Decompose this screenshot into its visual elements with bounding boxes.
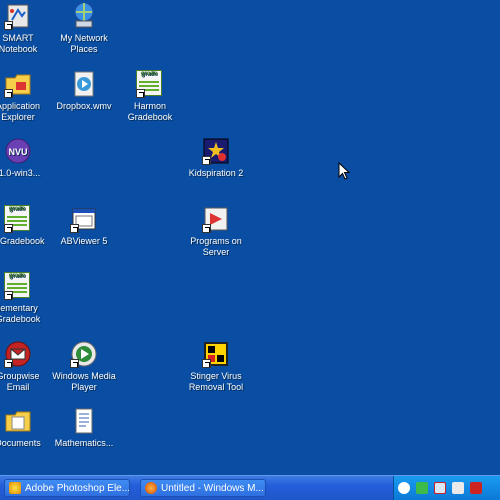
gradebook-icon: grade: [4, 205, 32, 233]
system-tray: [393, 476, 500, 500]
shortcut-arrow-icon: [4, 359, 13, 368]
volume-icon[interactable]: [452, 482, 464, 494]
movie-maker-icon: [145, 482, 157, 494]
desktop-icon-windows-media-player[interactable]: Windows Media Player: [46, 340, 122, 393]
shortcut-arrow-icon: [202, 224, 211, 233]
stinger-icon: [202, 340, 230, 368]
gradebook-icon: grade: [4, 272, 32, 300]
shortcut-arrow-icon: [70, 359, 79, 368]
taskbar: Adobe Photoshop Ele... Untitled - Window…: [0, 475, 500, 500]
desktop-icon-elementary-gradebook[interactable]: grade lementary Gradebook: [0, 272, 56, 325]
groupwise-icon: [4, 340, 32, 368]
folder-icon: [4, 70, 32, 98]
desktop-icon-programs-on-server[interactable]: Programs on Server: [178, 205, 254, 258]
media-file-icon: [70, 70, 98, 98]
gradebook-icon: grade: [136, 70, 164, 98]
document-icon: [70, 407, 98, 435]
abviewer-icon: [70, 205, 98, 233]
documents-folder-icon: [4, 407, 32, 435]
kidspiration-icon: [202, 137, 230, 165]
desktop-icon-stinger[interactable]: Stinger Virus Removal Tool: [178, 340, 254, 393]
shortcut-arrow-icon: [4, 291, 13, 300]
taskbar-button-windows-movie-maker[interactable]: Untitled - Windows M...: [140, 479, 266, 497]
mouse-pointer-icon: [338, 162, 350, 180]
shortcut-arrow-icon: [4, 224, 13, 233]
network-status-icon[interactable]: [416, 482, 428, 494]
taskbar-button-photoshop[interactable]: Adobe Photoshop Ele...: [4, 479, 130, 497]
smart-notebook-icon: [4, 2, 32, 30]
media-player-icon: [70, 340, 98, 368]
desktop-icon-my-network-places[interactable]: My Network Places: [46, 2, 122, 55]
desktop-icon-harmon-gradebook[interactable]: grade Harmon Gradebook: [112, 70, 188, 123]
antivirus-icon[interactable]: [470, 482, 482, 494]
desktop-icon-kidspiration[interactable]: Kidspiration 2: [178, 137, 254, 179]
shortcut-arrow-icon: [136, 89, 145, 98]
desktop-icon-dropbox-wmv[interactable]: Dropbox.wmv: [46, 70, 122, 112]
shortcut-arrow-icon: [202, 156, 211, 165]
collapse-tray-icon[interactable]: [398, 482, 410, 494]
desktop-icon-mathematics[interactable]: Mathematics...: [46, 407, 122, 449]
security-icon[interactable]: [434, 482, 446, 494]
server-programs-icon: [202, 205, 230, 233]
shortcut-arrow-icon: [202, 359, 211, 368]
shortcut-arrow-icon: [4, 89, 13, 98]
svg-text:NVU: NVU: [8, 147, 27, 157]
shortcut-arrow-icon: [4, 21, 13, 30]
photoshop-icon: [9, 482, 21, 494]
desktop-icon-nvu[interactable]: NVU -1.0-win3...: [0, 137, 56, 179]
nvu-icon: NVU: [4, 137, 32, 165]
shortcut-arrow-icon: [70, 224, 79, 233]
desktop-icon-abviewer[interactable]: ABViewer 5: [46, 205, 122, 247]
network-places-icon: [70, 2, 98, 30]
